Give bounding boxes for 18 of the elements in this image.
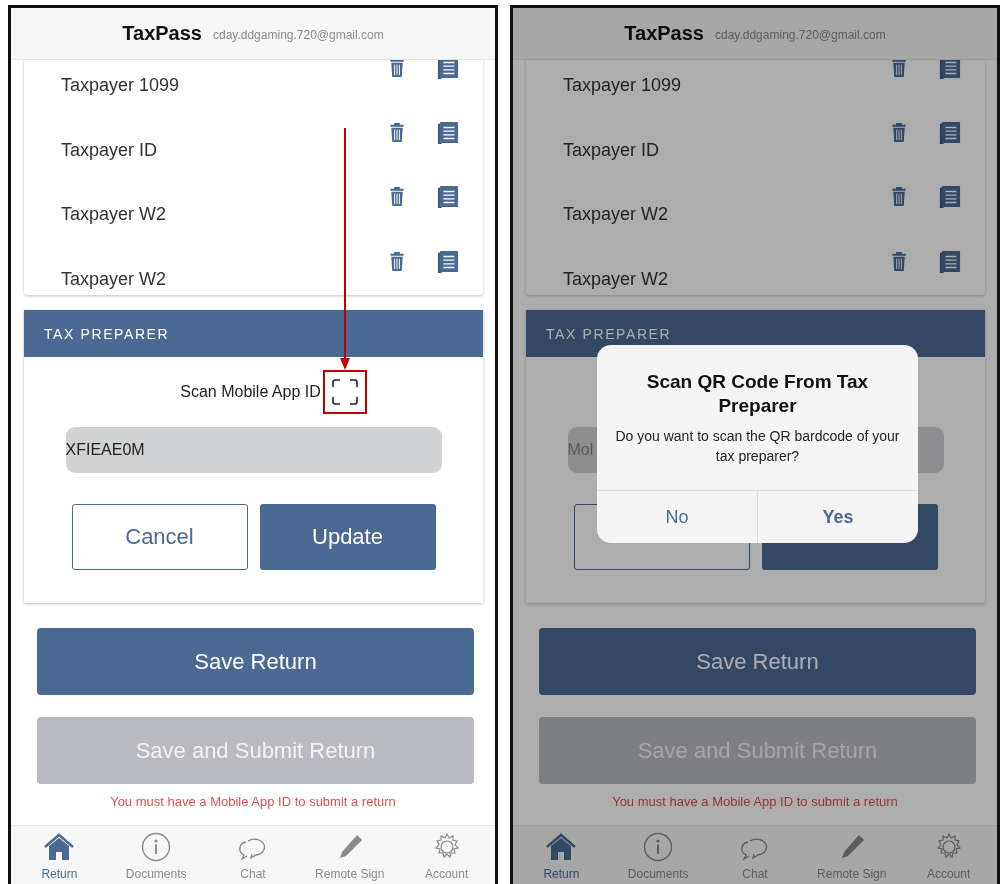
document-name: Taxpayer W2	[563, 204, 670, 225]
document-name: Taxpayer ID	[563, 139, 661, 161]
warning-text: You must have a Mobile App ID to submit a return	[109, 794, 397, 809]
document-name: Taxpayer 1099	[61, 75, 181, 96]
dialog-message: Do you want to scan the QR bardcode of your tax preparer?	[614, 427, 901, 466]
section-header: TAX PREPARER	[24, 310, 483, 357]
dialog-title: Scan QR Code From Tax Preparer	[645, 370, 870, 418]
app-title: TaxPass	[122, 22, 202, 45]
document-name: Taxpayer 1099	[563, 75, 683, 96]
account-email: cday.ddgaming.720@gmail.com	[213, 27, 384, 42]
scan-label: Scan Mobile App ID	[180, 383, 321, 401]
document-name: Taxpayer ID	[61, 139, 159, 161]
account-email: cday.ddgaming.720@gmail.com	[715, 27, 886, 42]
document-name: Taxpayer W2	[61, 268, 168, 290]
warning-text: You must have a Mobile App ID to submit a return	[611, 794, 899, 809]
app-title: TaxPass	[624, 22, 704, 45]
document-name: Taxpayer W2	[61, 204, 168, 225]
document-name: Taxpayer W2	[563, 268, 670, 290]
